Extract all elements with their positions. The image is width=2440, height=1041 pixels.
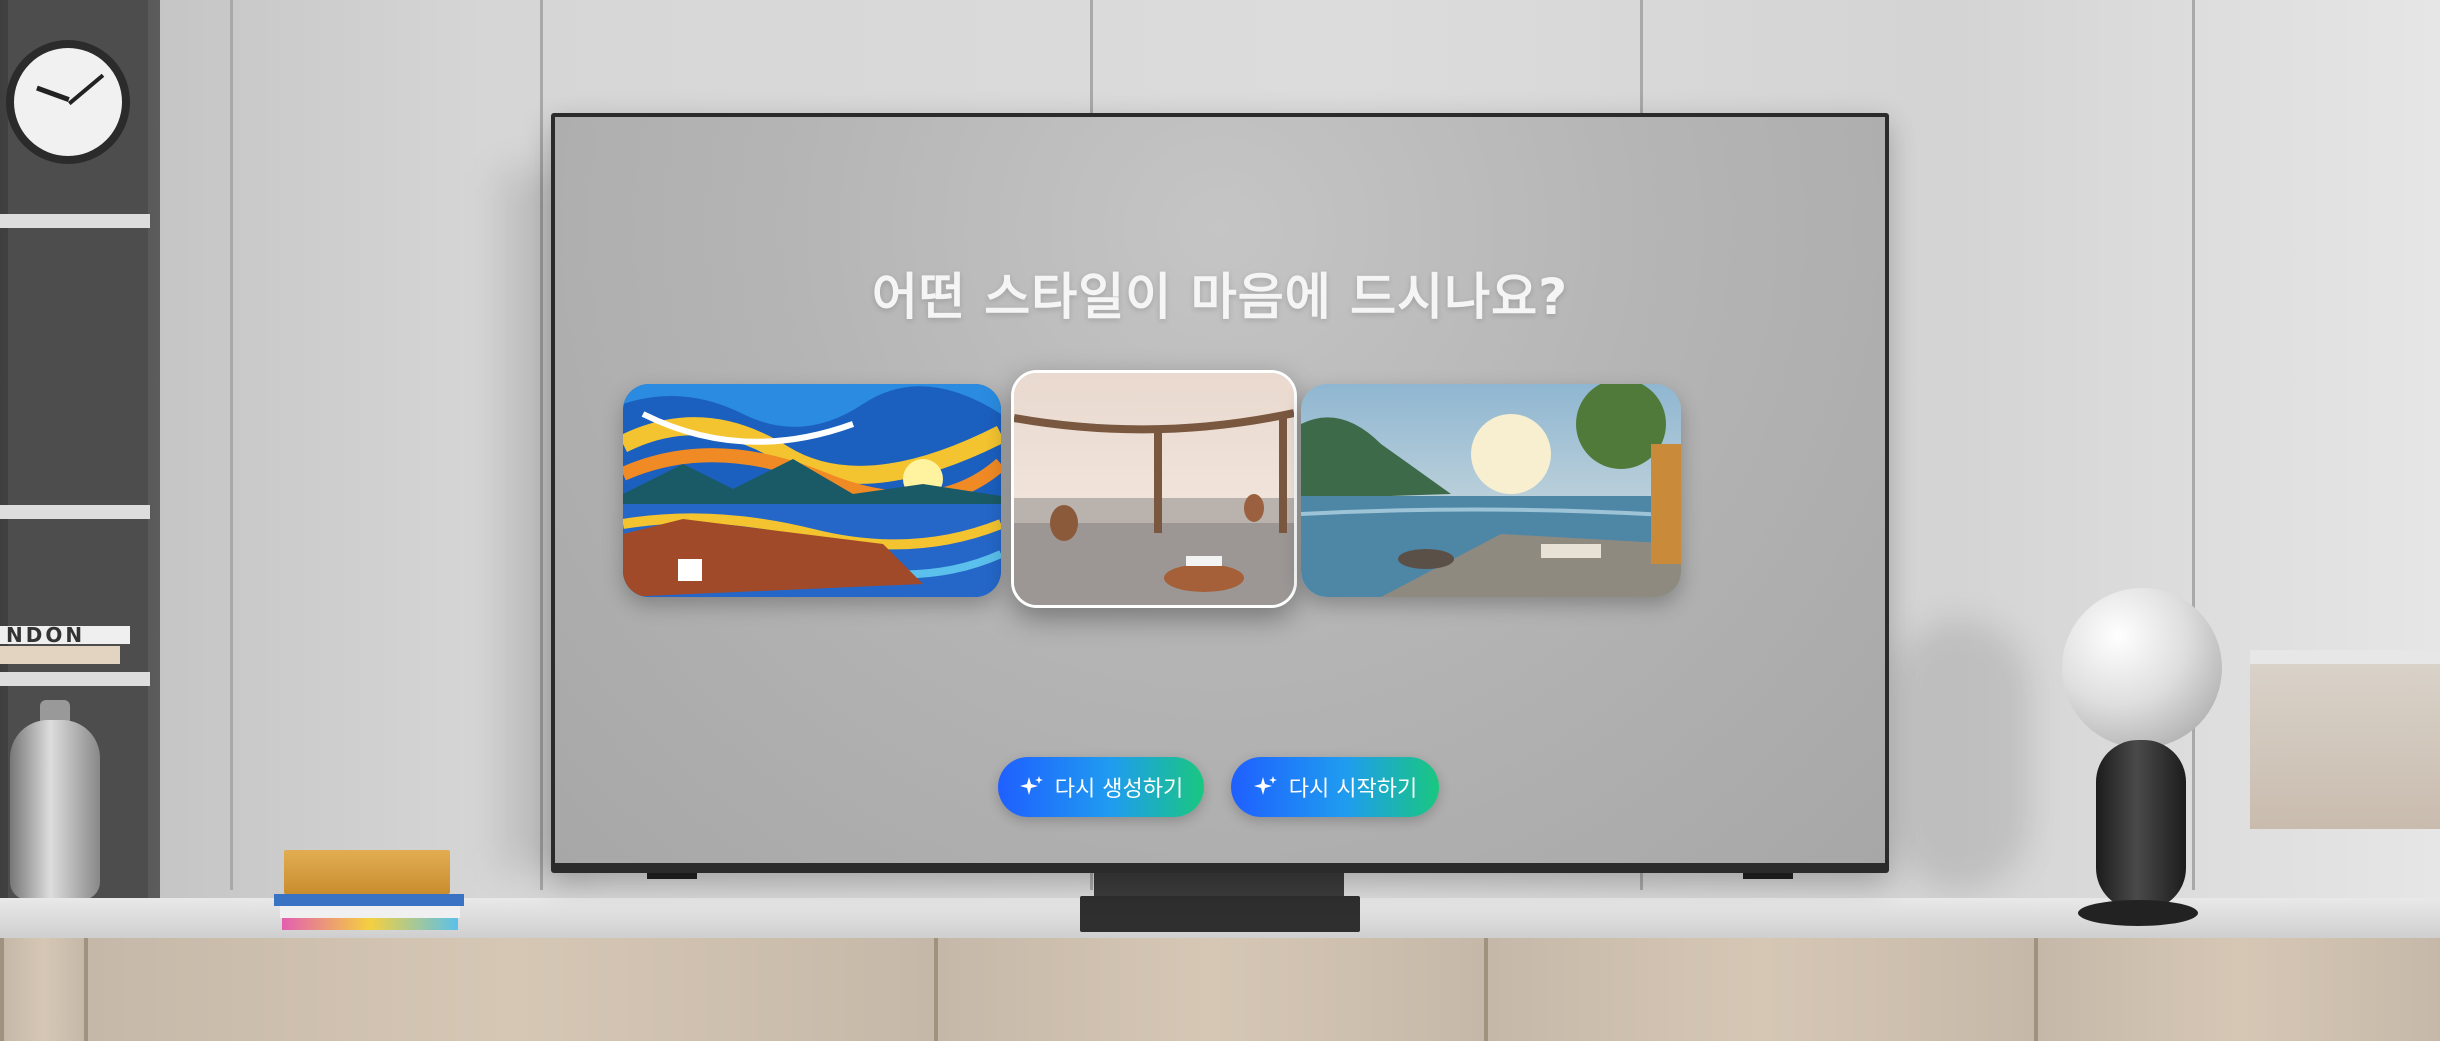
lamp-shadow [1890, 620, 2030, 890]
book [274, 894, 464, 906]
clock-minute-hand [68, 73, 105, 106]
minimal-infinity-pool-pergola-icon [1014, 373, 1294, 605]
regenerate-button[interactable]: 다시 생성하기 [998, 757, 1204, 817]
book-spine: NDON [0, 625, 130, 645]
tv-frame: 어떤 스타일이 마음에 드시나요? 다시 생성하기 다시 시작하기 [551, 113, 1889, 879]
console-drawer [2034, 938, 2440, 1041]
lamp-body [2096, 740, 2186, 910]
book [280, 906, 460, 918]
lamp-base [2078, 900, 2198, 926]
wall-clock-icon [6, 40, 130, 164]
restart-button[interactable]: 다시 시작하기 [1231, 757, 1439, 817]
sparkle-icon [1253, 776, 1277, 795]
console-drawer [934, 938, 1484, 1041]
bookshelf: NDON [0, 0, 160, 930]
console-drawer [1484, 938, 2034, 1041]
style-option-impressionist[interactable] [623, 384, 1001, 597]
book [282, 918, 458, 930]
style-question-title: 어떤 스타일이 마음에 드시나요? [871, 268, 1569, 326]
wall-panel-seam [230, 0, 233, 890]
painted-lakeside-terrace-icon [1301, 384, 1681, 597]
tv-stand-base [1080, 896, 1360, 932]
wall-panel-seam [2192, 0, 2195, 890]
wall-shelf-box [2250, 650, 2440, 829]
lamp-globe [2062, 588, 2222, 748]
tv-screen: 어떤 스타일이 마음에 드시나요? 다시 생성하기 다시 시작하기 [555, 117, 1885, 863]
style-option-lakeside-terrace[interactable] [1301, 384, 1681, 597]
console-drawer [84, 938, 934, 1041]
clock-hour-hand [36, 85, 70, 102]
regenerate-button-label: 다시 생성하기 [1054, 777, 1184, 802]
impressionist-swirl-painting-icon [623, 384, 1001, 597]
console-drawer [0, 938, 84, 1041]
style-option-minimal-pool[interactable] [1011, 370, 1297, 608]
restart-button-label: 다시 시작하기 [1288, 777, 1418, 802]
tv-foot [1743, 873, 1793, 879]
book [0, 646, 120, 664]
shelf-board [0, 672, 150, 686]
metal-vase [10, 720, 100, 900]
tv-foot [647, 873, 697, 879]
book [284, 850, 450, 894]
shelf-board [0, 214, 150, 228]
sparkle-icon [1019, 776, 1043, 795]
shelf-board [0, 505, 150, 519]
